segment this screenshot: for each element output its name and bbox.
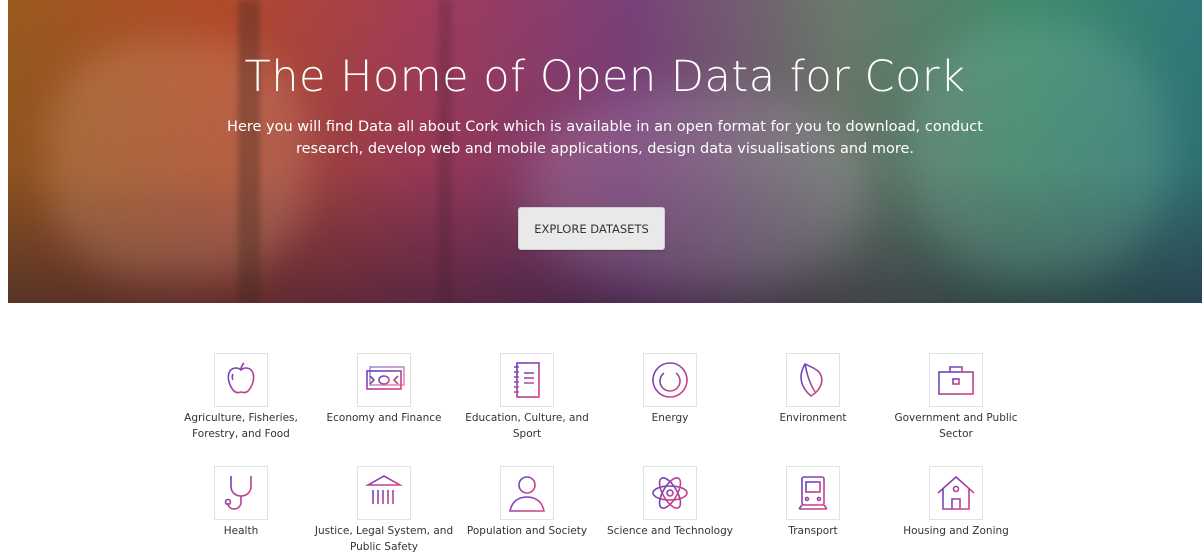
category-label: Agriculture, Fisheries, Forestry, and Fo… xyxy=(184,412,298,440)
category-label: Education, Culture, and Sport xyxy=(465,412,589,440)
notebook-icon xyxy=(500,353,554,407)
house-icon xyxy=(929,466,983,520)
category-label: Population and Society xyxy=(466,525,588,537)
hero-title: The Home of Open Data for Cork xyxy=(244,52,966,102)
power-icon xyxy=(643,353,697,407)
category-label: Science and Technology xyxy=(607,525,733,537)
category-science[interactable]: Science and Technology xyxy=(600,466,740,539)
category-label: Justice, Legal System, and Public Safety xyxy=(314,525,454,553)
category-label: Environment xyxy=(779,412,847,424)
briefcase-icon xyxy=(929,353,983,407)
leaf-icon xyxy=(786,353,840,407)
category-label: Housing and Zoning xyxy=(903,525,1009,537)
category-label: Government and Public Sector xyxy=(894,412,1018,440)
category-label: Energy xyxy=(651,412,689,424)
courthouse-icon xyxy=(357,466,411,520)
banknote-icon xyxy=(357,353,411,407)
stethoscope-icon xyxy=(214,466,268,520)
category-label: Economy and Finance xyxy=(326,412,442,424)
category-environment[interactable]: Environment xyxy=(743,353,883,426)
category-health[interactable]: Health xyxy=(171,466,311,539)
explore-datasets-button[interactable]: EXPLORE DATASETS xyxy=(518,207,665,250)
train-icon xyxy=(786,466,840,520)
category-energy[interactable]: Energy xyxy=(600,353,740,426)
hero-banner: The Home of Open Data for Cork Here you … xyxy=(8,0,1202,303)
category-population[interactable]: Population and Society xyxy=(457,466,597,539)
category-housing[interactable]: Housing and Zoning xyxy=(886,466,1026,539)
category-label: Transport xyxy=(788,525,838,537)
atom-icon xyxy=(643,466,697,520)
hero-subtitle: Here you will find Data all about Cork w… xyxy=(227,119,983,157)
category-transport[interactable]: Transport xyxy=(743,466,883,539)
category-government[interactable]: Government and Public Sector xyxy=(886,353,1026,442)
category-agriculture[interactable]: Agriculture, Fisheries, Forestry, and Fo… xyxy=(171,353,311,442)
person-icon xyxy=(500,466,554,520)
apple-icon xyxy=(214,353,268,407)
category-label: Health xyxy=(223,525,259,537)
category-economy[interactable]: Economy and Finance xyxy=(314,353,454,426)
category-education[interactable]: Education, Culture, and Sport xyxy=(457,353,597,442)
category-justice[interactable]: Justice, Legal System, and Public Safety xyxy=(314,466,454,555)
